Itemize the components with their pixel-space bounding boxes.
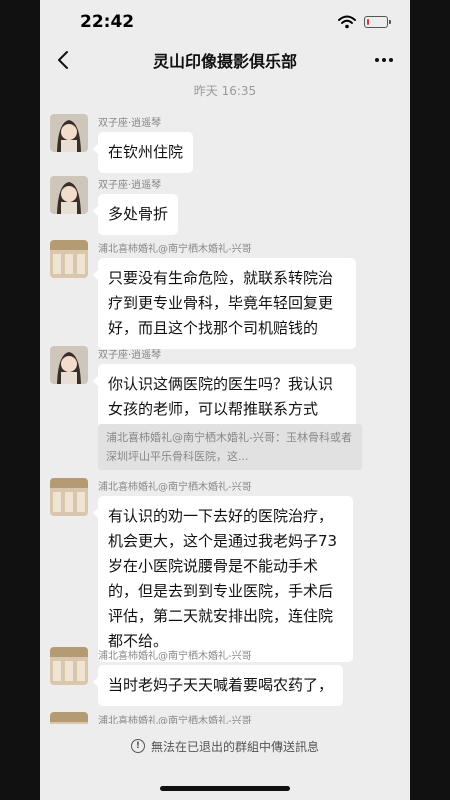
- back-button[interactable]: [52, 48, 74, 72]
- chevron-left-icon: [58, 51, 68, 69]
- battery-level: [366, 18, 370, 25]
- input-disabled-notice: ! 無法在已退出的群組中傳送訊息: [40, 722, 410, 770]
- shop-photo-avatar-icon: [50, 478, 88, 516]
- status-bar: 22:42: [40, 0, 410, 44]
- sender-name: 浦北喜柿婚礼@南宁栖木婚礼-兴哥: [98, 482, 252, 493]
- anime-girl-avatar-icon: [50, 176, 88, 214]
- info-circle-icon: !: [130, 739, 145, 753]
- avatar[interactable]: [50, 647, 88, 685]
- home-indicator[interactable]: [160, 786, 290, 791]
- message-item: 双子座·逍遥琴 你认识这俩医院的医生吗？我认识女孩的老师，可以帮推联系方式 浦北…: [50, 346, 400, 471]
- sender-name: 双子座·逍遥琴: [98, 180, 162, 191]
- status-time: 22:42: [80, 12, 135, 32]
- message-item: 双子座·逍遥琴 多处骨折: [50, 176, 400, 236]
- message-bubble[interactable]: 你认识这俩医院的医生吗？我认识女孩的老师，可以帮推联系方式: [93, 364, 356, 430]
- message-bubble[interactable]: 当时老妈子天天喊着要喝农药了，: [92, 665, 344, 706]
- message-bubble[interactable]: 多处骨折: [92, 194, 179, 235]
- avatar[interactable]: [50, 176, 88, 214]
- battery-icon: [364, 16, 391, 28]
- shop-photo-avatar-icon: [50, 647, 88, 685]
- message-bubble[interactable]: 只要没有生命危险，就联系转院治疗到更专业骨科，毕竟年轻回复更好，而且这个找那个司…: [93, 258, 356, 349]
- avatar[interactable]: [50, 240, 88, 278]
- phone-screen: 22:42 灵山印像摄影俱乐部 昨天 16:35 双子座·逍遥琴 在钦州住院 双…: [40, 0, 410, 800]
- sender-name: 双子座·逍遥琴: [98, 350, 162, 361]
- avatar[interactable]: [50, 346, 88, 384]
- message-item: 浦北喜柿婚礼@南宁栖木婚礼-兴哥 有认识的劝一下去好的医院治疗，机会更大，这个是…: [50, 478, 400, 662]
- notice-text: 無法在已退出的群組中傳送訊息: [150, 739, 319, 754]
- more-button[interactable]: [372, 48, 396, 72]
- avatar[interactable]: [50, 114, 88, 152]
- sender-name: 浦北喜柿婚礼@南宁栖木婚礼-兴哥: [98, 244, 252, 255]
- wifi-icon: [338, 15, 356, 29]
- message-timestamp: 昨天 16:35: [193, 84, 257, 98]
- nav-bar: 灵山印像摄影俱乐部: [40, 44, 410, 76]
- sender-name: 双子座·逍遥琴: [98, 118, 162, 129]
- avatar[interactable]: [50, 478, 88, 516]
- more-dots-icon: [375, 58, 393, 62]
- chat-title: 灵山印像摄影俱乐部: [152, 52, 297, 71]
- quoted-message[interactable]: 浦北喜柿婚礼@南宁栖木婚礼-兴哥：玉林骨科或者深圳坪山平乐骨科医院，这...: [98, 424, 362, 470]
- status-icons: [338, 15, 391, 29]
- message-item: 双子座·逍遥琴 在钦州住院: [50, 114, 400, 174]
- anime-girl-avatar-icon: [50, 346, 88, 384]
- message-item: 浦北喜柿婚礼@南宁栖木婚礼-兴哥 只要没有生命危险，就联系转院治疗到更专业骨科，…: [50, 240, 400, 349]
- message-item: 浦北喜柿婚礼@南宁栖木婚礼-兴哥 当时老妈子天天喊着要喝农药了，: [50, 647, 400, 709]
- message-bubble[interactable]: 在钦州住院: [92, 132, 194, 173]
- sender-name: 浦北喜柿婚礼@南宁栖木婚礼-兴哥: [98, 651, 252, 662]
- anime-girl-avatar-icon: [50, 114, 88, 152]
- message-bubble[interactable]: 有认识的劝一下去好的医院治疗，机会更大，这个是通过我老妈子73岁在小医院说腰骨是…: [93, 496, 353, 662]
- shop-photo-avatar-icon: [50, 240, 88, 278]
